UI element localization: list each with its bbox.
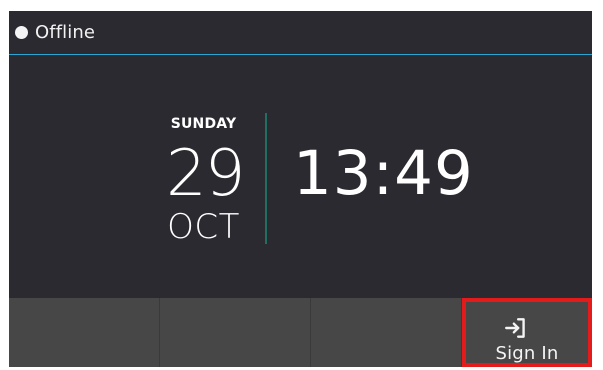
sign-in-icon bbox=[505, 318, 525, 338]
clock-area: SUNDAY 29 OCT 13:49 bbox=[9, 55, 592, 298]
clock-divider bbox=[265, 113, 267, 244]
day-number: 29 bbox=[166, 137, 245, 211]
status-bar: Offline bbox=[9, 11, 592, 55]
month-label: OCT bbox=[167, 207, 240, 247]
device-screen: Offline SUNDAY 29 OCT 13:49 Sign In bbox=[9, 11, 592, 367]
status-label: Offline bbox=[35, 21, 96, 43]
status-dot-icon bbox=[15, 26, 28, 39]
time-display: 13:49 bbox=[293, 138, 474, 209]
bottom-button-3[interactable] bbox=[311, 298, 462, 367]
weekday-label: SUNDAY bbox=[170, 116, 237, 132]
sign-in-button[interactable]: Sign In bbox=[462, 298, 592, 367]
date-block: SUNDAY 29 OCT bbox=[166, 116, 245, 249]
bottom-action-bar: Sign In bbox=[9, 298, 592, 367]
sign-in-label: Sign In bbox=[495, 343, 559, 364]
bottom-button-1[interactable] bbox=[9, 298, 160, 367]
bottom-button-2[interactable] bbox=[160, 298, 311, 367]
